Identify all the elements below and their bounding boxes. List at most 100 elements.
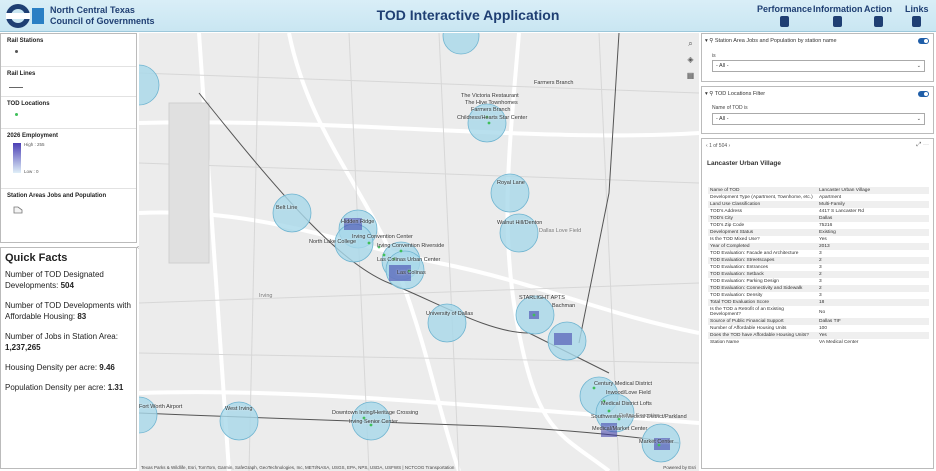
previous-feature-icon[interactable]: ‹ [706, 143, 708, 149]
map-label: Las Colinas Urban Center [377, 257, 441, 263]
fact-housing-label: Housing Density per acre: [5, 363, 98, 372]
tod-point [487, 121, 491, 125]
map-label: Century Medical District [594, 381, 653, 387]
map-label: The Hive Townhomes [465, 100, 518, 106]
filter-station-area-label: Station Area Jobs and Population by stat… [714, 38, 837, 44]
station-area [139, 64, 160, 106]
legend-high-label: High : 255 [24, 142, 45, 147]
attribute-value: 2 [819, 258, 822, 263]
links-icon [912, 16, 922, 27]
tod-point [592, 386, 596, 390]
fact-affordable-label: Number of TOD Developments with Affordab… [5, 301, 131, 321]
filter-station-area-toggle[interactable] [918, 38, 929, 44]
map-view[interactable]: The Victoria Restaurant The Hive Townhom… [139, 33, 699, 471]
basemap-gallery-icon[interactable]: ▦ [686, 71, 695, 80]
map-label: Irving Convention Riverside [377, 243, 445, 249]
filter-icon: ⚲ [709, 38, 714, 44]
station-area [272, 193, 312, 233]
nav-information[interactable]: Information [813, 4, 863, 27]
attribute-value: No [819, 309, 826, 315]
attribute-table: Name of TOD Lancaster Urban Village Develo… [708, 187, 929, 346]
legend-tod-locations-title: TOD Locations [7, 101, 50, 107]
legend-employment: 2026 Employment High : 255 Low : 0 [1, 129, 136, 189]
attribute-value: Apartment [819, 195, 842, 200]
filter-station-area: ▾ ⚲ Station Area Jobs and Population by … [701, 33, 934, 82]
attribute-row: TOD Evaluation: Entrances 3 [708, 264, 929, 271]
filter-station-area-operator: is [712, 53, 716, 59]
map-label: Irving [259, 293, 273, 299]
fact-housing-value: 9.46 [99, 363, 115, 372]
map-label: Irving Senior Center [349, 419, 398, 425]
collapse-caret-icon[interactable]: ▾ [705, 91, 708, 97]
attribute-key: Development Type (Apartment, Townhome, e… [710, 195, 813, 200]
tod-point-symbol-icon [15, 113, 18, 116]
nav-links[interactable]: Links [905, 4, 929, 27]
filter-tod-name-operator: Name of TOD is [712, 105, 748, 111]
detail-actions: ⤢ ⋯ [917, 142, 930, 149]
attribute-key: Total TOD Evaluation Score [710, 300, 770, 305]
legend-rail-lines: Rail Lines [1, 67, 136, 97]
attribute-value: 3 [819, 265, 822, 270]
next-feature-icon[interactable]: › [729, 143, 731, 149]
map-label: Las Colinas [397, 270, 426, 276]
fact-affordable-value: 83 [77, 312, 87, 321]
station-name-select-value: - All - [716, 63, 729, 69]
tod-point [532, 313, 536, 317]
attribute-row: TOD Evaluation: Setback 2 [708, 271, 929, 278]
filter-tod-locations-title[interactable]: ▾ ⚲ TOD Locations Filter [705, 91, 765, 97]
attribute-table-body: Name of TOD Lancaster Urban Village Develo… [708, 187, 929, 346]
map-label: Dallas Love Field [539, 228, 582, 234]
attribute-value: 3 [819, 279, 822, 284]
fact-housing: Housing Density per acre: 9.46 [5, 362, 132, 373]
attribute-value: 18 [819, 300, 825, 305]
attribute-row: Station Name VA Medical Center [708, 339, 929, 346]
attribute-row: TOD's City Dallas [708, 215, 929, 222]
attribute-key: Is the TOD Mixed Use? [710, 237, 760, 242]
attribute-value: 2013 [819, 244, 830, 249]
attribute-row: Total TOD Evaluation Score 18 [708, 299, 929, 306]
filter-station-area-title[interactable]: ▾ ⚲ Station Area Jobs and Population by … [705, 38, 837, 44]
map-search-icon[interactable]: ⌕ [686, 39, 695, 48]
action-icon [873, 16, 883, 27]
map-label: Childress/Hearts Star Center [457, 115, 528, 121]
zoom-to-icon[interactable]: ⤢ [917, 142, 922, 148]
nav-action[interactable]: Action [864, 4, 892, 27]
layers-icon[interactable]: ◈ [686, 55, 695, 64]
legend-rail-lines-title: Rail Lines [7, 71, 36, 77]
attribute-row: TOD's Address 4417 S Lancaster Rd [708, 208, 929, 215]
map-label: Medical District Lofts [601, 401, 652, 407]
legend-tod-locations: TOD Locations [1, 97, 136, 129]
attribute-value: 75216 [819, 223, 833, 228]
tod-name-select[interactable]: - All - ⌄ [712, 113, 925, 125]
collapse-caret-icon[interactable]: ▾ [705, 38, 708, 44]
attribute-key: Year of Completed [710, 244, 750, 249]
map-label: Farmers Branch [534, 80, 574, 86]
map-label: Downtown Irving/Heritage Crossing [332, 410, 419, 416]
attribute-key: Land Use Classification [710, 202, 761, 207]
filter-tod-locations-toggle[interactable] [918, 91, 929, 97]
nav-action-label: Action [864, 4, 892, 14]
map-label: North Lake College [309, 239, 357, 245]
attribute-value: Lancaster Urban Village [819, 188, 871, 193]
fact-population-value: 1.31 [107, 383, 124, 392]
airport-area [168, 102, 210, 264]
map-label: The Victoria Restaurant [461, 93, 519, 99]
attribute-key: TOD Evaluation: Entrances [710, 265, 769, 270]
legend-station-areas-title: Station Areas Jobs and Population [7, 193, 107, 199]
attribute-key: TOD Evaluation: Density [710, 293, 763, 298]
attribute-key: TOD Evaluation: Parking Design [710, 279, 779, 284]
attribute-value: 100 [819, 326, 828, 331]
nav-performance[interactable]: Performance [757, 4, 812, 27]
map-label: Fort Worth Airport [139, 404, 183, 410]
attribute-row: TOD Evaluation: Connectivity and Sidewal… [708, 285, 929, 292]
station-name-select[interactable]: - All - ⌄ [712, 60, 925, 72]
esri-credit[interactable]: Powered by Esri [663, 465, 696, 470]
highway-6 [139, 120, 699, 138]
fact-jobs-value: 1,237,265 [5, 343, 41, 352]
attribute-row: TOD Evaluation: Parking Design 3 [708, 278, 929, 285]
attribute-value: Yes [819, 333, 827, 338]
header-bar: North Central Texas Council of Governmen… [0, 0, 936, 32]
attribute-value: Dallas [819, 216, 833, 221]
nav-links-label: Links [905, 4, 929, 14]
menu-icon[interactable]: ⋯ [923, 142, 929, 148]
